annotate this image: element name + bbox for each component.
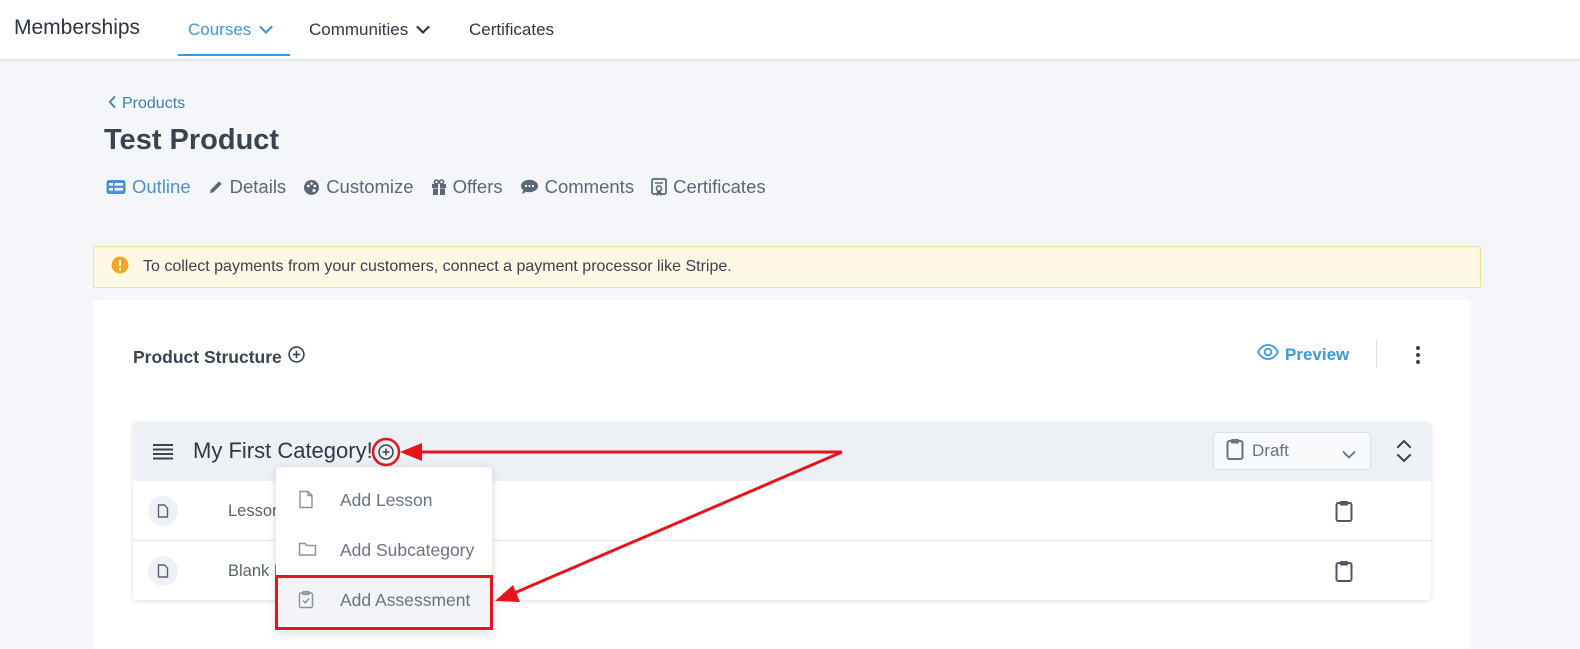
tab-offers[interactable]: Offers [431,176,503,198]
category-title[interactable]: My First Category! [193,438,373,464]
clipboard-icon [1226,438,1244,465]
preview-button[interactable]: Preview [1256,344,1350,365]
annotation-highlight-box [275,575,493,630]
chevron-down-icon [259,25,273,35]
pencil-icon [208,179,224,195]
tab-outline[interactable]: Outline [106,176,191,198]
comment-icon [520,179,539,195]
certificate-icon [651,177,667,197]
menu-item-label: Add Lesson [340,489,433,510]
menu-item-add-subcategory[interactable]: Add Subcategory [276,525,492,575]
gift-icon [431,178,447,196]
divider [1376,340,1377,368]
warning-icon [111,256,129,279]
tab-label: Customize [326,176,414,197]
file-icon [298,490,314,514]
alert-text: To collect payments from your customers,… [143,258,732,275]
status-value: Draft [1252,441,1289,460]
app-brand: Memberships [14,16,141,39]
menu-item-label: Add Subcategory [340,539,475,560]
add-circle-icon[interactable] [288,346,305,368]
breadcrumb-label: Products [122,95,186,112]
add-circle-icon[interactable] [376,442,396,467]
tab-details[interactable]: Details [208,176,287,198]
drag-handle-icon[interactable] [153,443,173,465]
clipboard-icon[interactable] [1335,500,1353,527]
nav-tab-courses[interactable]: Courses [188,20,273,40]
section-title: Product Structure [133,346,282,367]
expand-collapse-icon[interactable] [1395,437,1413,470]
preview-label: Preview [1285,344,1350,364]
lesson-type-icon [148,496,178,526]
payment-alert: To collect payments from your customers,… [93,246,1481,288]
chevron-left-icon [108,95,116,113]
tab-label: Offers [452,176,503,197]
palette-icon [303,179,320,196]
active-tab-underline [178,54,290,56]
folder-icon [298,540,317,563]
menu-item-add-lesson[interactable]: Add Lesson [276,475,492,525]
product-subtabs: Outline Details Customize Offers Comment… [106,176,783,198]
tab-comments[interactable]: Comments [520,176,634,198]
lesson-type-icon [148,556,178,586]
nav-tab-label: Communities [309,20,409,39]
lesson-title[interactable]: Lesson [228,502,281,521]
tab-label: Comments [544,176,635,197]
product-structure-heading: Product Structure [133,346,305,368]
top-nav: Memberships Courses Communities Certific… [0,0,1580,60]
nav-tab-certificates[interactable]: Certificates [469,20,554,40]
status-select[interactable]: Draft [1213,432,1371,470]
clipboard-icon[interactable] [1335,560,1353,587]
tab-label: Details [229,176,287,197]
nav-tab-communities[interactable]: Communities [309,20,430,40]
tab-customize[interactable]: Customize [303,176,414,198]
chevron-down-icon [1342,445,1356,465]
tab-label: Outline [132,176,191,197]
chevron-down-icon [416,25,430,35]
tab-label: Certificates [673,176,766,197]
eye-icon [1256,344,1280,365]
nav-tab-label: Certificates [469,20,555,39]
more-options-icon[interactable] [1410,344,1426,371]
tab-certificates[interactable]: Certificates [651,176,766,198]
breadcrumb-products[interactable]: Products [108,95,185,113]
page-title: Test Product [104,124,280,156]
nav-tab-label: Courses [188,20,252,39]
outline-icon [106,179,126,195]
